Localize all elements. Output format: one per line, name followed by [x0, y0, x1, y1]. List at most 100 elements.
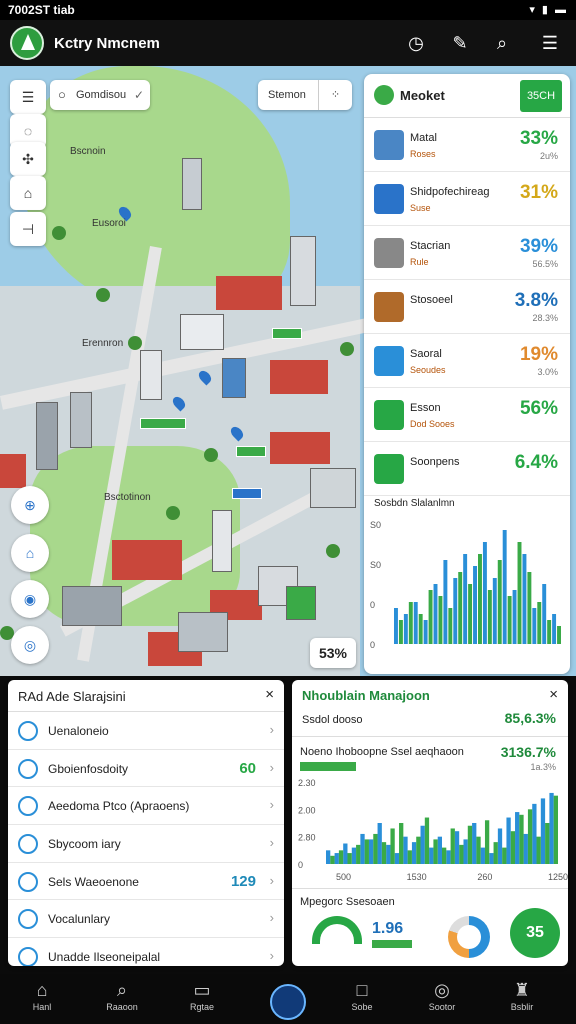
bar — [334, 853, 339, 864]
nav-item[interactable]: ◎ Sootor — [408, 974, 476, 1024]
service-value: 60 — [239, 759, 256, 777]
more-icon[interactable]: ⁘ — [318, 80, 352, 110]
map-tag[interactable] — [236, 446, 266, 457]
service-row[interactable]: Aeedoma Ptco (Apraoens) › — [8, 787, 284, 826]
app-title: Kctry Nmcnem — [54, 35, 160, 52]
nav-item[interactable]: ▭ Rgtae — [168, 974, 236, 1024]
market-chart: S0 S0 0 0 — [370, 520, 561, 650]
zoom-level[interactable]: 53% — [310, 638, 356, 668]
bar — [517, 542, 522, 644]
market-row[interactable]: Saoral Seoudes 19% 3.0% — [364, 334, 570, 388]
clear-icon[interactable]: ✓ — [134, 80, 144, 110]
tree — [166, 506, 180, 520]
service-label: Vocalunlary — [48, 912, 111, 927]
home-icon: ⌂ — [36, 980, 48, 1000]
y-tick: 0 — [298, 860, 303, 870]
edit-icon[interactable]: ✎ — [448, 31, 472, 55]
nav-item[interactable]: ♜ Bsblir — [488, 974, 556, 1024]
chevron-right-icon: › — [269, 759, 274, 775]
service-icon — [18, 796, 38, 817]
compass-button[interactable]: ◎ — [11, 626, 49, 664]
metric-label: Ssdol dooso — [302, 714, 363, 726]
nav-item[interactable]: □ Sobe — [328, 974, 396, 1024]
map-tag[interactable] — [140, 418, 186, 429]
y-tick: 0 — [370, 640, 375, 650]
bar — [519, 814, 524, 864]
market-badge[interactable]: 35CH — [520, 80, 562, 112]
service-row[interactable]: Unadde Ilseoneipalal › — [8, 938, 284, 966]
market-row-name: Shidpofechireag — [410, 186, 490, 198]
metric-value: 3136.7% — [500, 744, 556, 760]
bar — [502, 530, 507, 644]
market-row[interactable]: Matal Roses 33% 2u% — [364, 118, 570, 172]
bar — [453, 578, 458, 644]
service-label: Aeedoma Ptco (Apraoens) — [48, 799, 190, 814]
nav-label: Bsblir — [510, 1002, 534, 1012]
market-row[interactable]: Stosoeel 3.8% 28.3% — [364, 280, 570, 334]
market-row[interactable]: Esson Dod Sooes 56% — [364, 388, 570, 442]
bar — [394, 853, 400, 864]
service-row[interactable]: Uenaloneio › — [8, 712, 284, 750]
building — [180, 314, 224, 350]
bell-icon: ♜ — [513, 980, 531, 1000]
service-row[interactable]: Gboienfosdoity 60 › — [8, 750, 284, 788]
chevron-right-icon: › — [269, 835, 274, 851]
service-row[interactable]: Sels Waeoenone 129 › — [8, 863, 284, 901]
market-row[interactable]: Stacrian Rule 39% 56.5% — [364, 226, 570, 280]
location-button[interactable]: ◉ — [11, 580, 49, 618]
map-tool-button[interactable]: ⌂ — [10, 176, 46, 210]
map-tag[interactable] — [232, 488, 262, 499]
search-input[interactable]: ○ Gomdisou ✓ — [50, 80, 150, 110]
market-row[interactable]: Shidpofechireag Suse 31% — [364, 172, 570, 226]
bar — [330, 855, 335, 864]
notification-icon[interactable]: ☰ — [538, 31, 562, 55]
bar — [557, 626, 561, 644]
bar — [507, 596, 512, 644]
nav-item[interactable]: ⌕ Raaoon — [88, 974, 156, 1024]
close-icon[interactable]: × — [265, 686, 274, 703]
service-icon — [18, 758, 38, 779]
building-button[interactable]: ⌂ — [11, 534, 49, 572]
fab-button[interactable]: 35 — [510, 908, 560, 958]
map-label: Bsctotinon — [104, 492, 151, 503]
metric-value: 85,6.3% — [504, 710, 556, 726]
nav-item[interactable]: ⌂ Hanl — [8, 974, 76, 1024]
footer-bar — [372, 940, 412, 948]
building — [216, 276, 282, 310]
bar — [390, 828, 395, 864]
close-icon[interactable]: × — [549, 686, 558, 703]
bar — [368, 839, 374, 864]
service-row[interactable]: Vocalunlary › — [8, 900, 284, 939]
bar — [428, 590, 433, 644]
market-row[interactable]: Soonpens 6.4% — [364, 442, 570, 496]
menu-button[interactable]: ☰ — [10, 80, 46, 114]
layers-button[interactable]: ⊕ — [11, 486, 49, 524]
map-tag[interactable] — [272, 328, 302, 339]
building — [270, 432, 330, 464]
bar — [468, 584, 473, 644]
service-value: 129 — [230, 872, 256, 890]
metric-delta: 1a.3% — [530, 762, 556, 772]
search-icon[interactable]: ⌕ — [490, 31, 514, 55]
market-row-percent: 56% — [519, 398, 558, 419]
bar — [492, 578, 497, 644]
bar — [373, 833, 378, 864]
search-icon: ⌕ — [116, 980, 128, 1000]
market-row-percent: 3.8% — [514, 290, 558, 311]
bar — [482, 542, 487, 644]
bar — [454, 831, 460, 864]
service-row[interactable]: Sbycoom iary › — [8, 825, 284, 863]
bar — [497, 560, 502, 644]
map-tool-button[interactable]: ⊣ — [10, 212, 46, 246]
filter-button[interactable]: Stemon ⁘ — [258, 80, 352, 110]
x-tick: 1530 — [407, 872, 427, 882]
app-logo[interactable] — [10, 26, 44, 60]
x-tick: 260 — [477, 872, 492, 882]
market-row-name: Matal — [410, 132, 437, 144]
map-tool-button[interactable]: ✣ — [10, 142, 46, 176]
center-nav-button[interactable] — [270, 984, 306, 1020]
bar — [450, 828, 455, 864]
bar — [463, 839, 468, 864]
market-row-percent: 33% — [519, 128, 558, 149]
clock-icon[interactable]: ◷ — [404, 31, 428, 55]
